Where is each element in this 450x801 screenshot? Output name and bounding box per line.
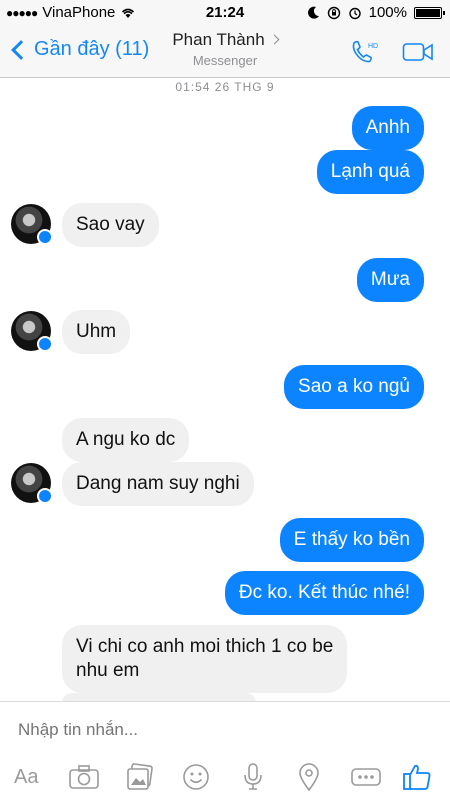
contact-name: Phan Thành bbox=[172, 30, 265, 49]
incoming-message[interactable]: Vi chi co anh moi thich 1 co be nhu em bbox=[62, 625, 348, 693]
status-bar: ●●●●● VinaPhone 21:24 100% bbox=[0, 0, 450, 24]
outgoing-message[interactable]: E thấy ko bền bbox=[279, 518, 424, 562]
outgoing-message[interactable]: Đc ko. Kết thúc nhé! bbox=[224, 571, 424, 615]
messenger-badge-icon bbox=[37, 336, 53, 352]
video-call-icon[interactable] bbox=[402, 41, 434, 63]
battery-percent: 100% bbox=[368, 4, 407, 21]
location-icon bbox=[299, 763, 319, 792]
message-line: Vi chi co anh moi thich 1 co be bbox=[76, 636, 334, 657]
status-right: 100% bbox=[307, 4, 445, 21]
like-icon bbox=[403, 764, 431, 790]
battery-icon bbox=[414, 6, 445, 19]
camera-button[interactable] bbox=[68, 762, 100, 792]
messenger-badge-icon bbox=[37, 229, 53, 245]
more-button[interactable] bbox=[350, 762, 382, 792]
outgoing-message[interactable]: Mưa bbox=[356, 258, 424, 302]
rotation-lock-icon bbox=[327, 6, 340, 19]
microphone-icon bbox=[244, 763, 262, 790]
incoming-message[interactable]: Sao vay bbox=[62, 203, 159, 247]
message-composer: Aa bbox=[0, 701, 450, 801]
text-format-button[interactable]: Aa bbox=[14, 762, 38, 792]
chevron-right-icon bbox=[269, 34, 280, 45]
message-input[interactable] bbox=[18, 720, 418, 740]
like-button[interactable] bbox=[402, 762, 432, 792]
composer-toolbar: Aa bbox=[0, 762, 450, 796]
outgoing-message[interactable]: Anhh bbox=[351, 106, 424, 150]
incoming-message[interactable]: Dang nam suy nghi bbox=[62, 462, 254, 506]
sticker-button[interactable] bbox=[182, 762, 210, 792]
messenger-badge-icon bbox=[37, 488, 53, 504]
outgoing-message[interactable]: Lạnh quá bbox=[316, 150, 424, 194]
voice-button[interactable] bbox=[240, 762, 266, 792]
photo-icon bbox=[127, 763, 153, 790]
thread-timestamp: 01:54 26 THG 9 bbox=[175, 80, 275, 94]
conversation-header: Gần đây (11) Phan Thành Messenger HD bbox=[0, 24, 450, 78]
outgoing-message[interactable]: Sao a ko ngủ bbox=[284, 365, 424, 409]
call-actions: HD bbox=[350, 38, 434, 66]
incoming-message[interactable]: A ngu ko dc bbox=[62, 418, 190, 462]
location-button[interactable] bbox=[297, 762, 321, 792]
camera-icon bbox=[69, 765, 99, 789]
sticker-icon bbox=[183, 764, 209, 790]
message-line: nhu em bbox=[76, 660, 140, 681]
hd-voice-call-icon[interactable]: HD bbox=[350, 38, 380, 66]
incoming-message[interactable]: Uhm bbox=[62, 310, 131, 354]
alarm-icon bbox=[348, 7, 361, 19]
more-icon bbox=[351, 768, 381, 786]
moon-icon bbox=[307, 6, 319, 19]
photo-button[interactable] bbox=[126, 762, 154, 792]
svg-text:HD: HD bbox=[368, 43, 378, 50]
